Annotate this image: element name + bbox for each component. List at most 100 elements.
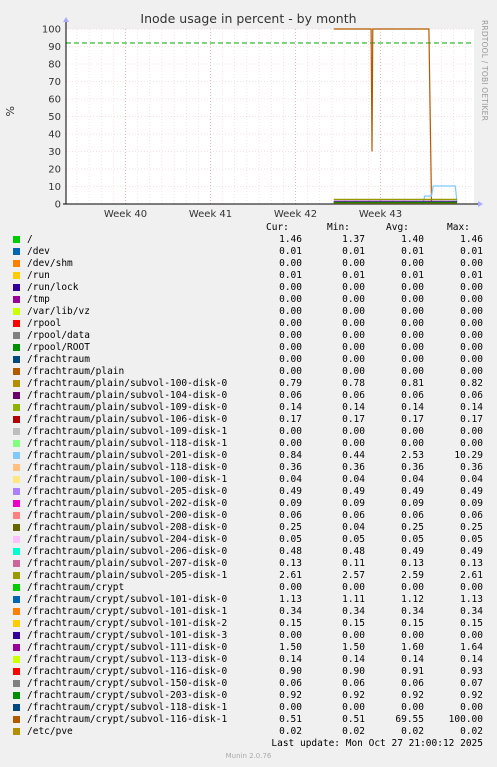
legend-value-cur: 0.09 (279, 498, 302, 509)
legend-row: /frachtraum/plain/subvol-109-disk-0 0.14 0… (0, 402, 497, 414)
legend-swatch (13, 260, 20, 267)
legend-value-avg: 0.91 (401, 666, 424, 677)
legend-value-cur: 0.00 (279, 258, 302, 269)
legend-series-name: /frachtraum/plain/subvol-202-disk-0 (27, 498, 228, 509)
legend-swatch (13, 536, 20, 543)
legend-series-name: /frachtraum/plain/subvol-118-disk-0 (27, 462, 228, 473)
legend-value-cur: 0.00 (279, 282, 302, 293)
legend-value-avg: 0.00 (401, 294, 424, 305)
legend-series-name: /frachtraum/plain/subvol-204-disk-0 (27, 534, 228, 545)
legend-row: /dev/shm 0.00 0.00 0.00 0.00 (0, 258, 497, 270)
col-header-max: Max: (447, 222, 470, 233)
legend-value-avg: 0.13 (401, 558, 424, 569)
legend-value-avg: 0.00 (401, 282, 424, 293)
legend-series-name: /frachtraum/crypt/subvol-116-disk-1 (27, 714, 228, 725)
legend-row: /frachtraum/plain/subvol-205-disk-0 0.49 0… (0, 486, 497, 498)
munin-version: Munin 2.0.76 (225, 752, 272, 760)
legend-value-cur: 0.00 (279, 582, 302, 593)
legend-value-cur: 0.00 (279, 438, 302, 449)
legend-swatch (13, 692, 20, 699)
legend-value-min: 0.01 (342, 270, 365, 281)
legend-value-max: 0.00 (460, 282, 483, 293)
legend-value-min: 0.04 (342, 474, 365, 485)
legend-value-avg: 0.01 (401, 246, 424, 257)
legend-row: /rpool/data 0.00 0.00 0.00 0.00 (0, 330, 497, 342)
legend-value-min: 0.06 (342, 390, 365, 401)
legend-swatch (13, 656, 20, 663)
legend-value-min: 0.36 (342, 462, 365, 473)
legend-swatch (13, 716, 20, 723)
legend-value-max: 0.14 (460, 654, 483, 665)
legend-value-min: 0.78 (342, 378, 365, 389)
legend-row: /frachtraum/plain/subvol-109-disk-1 0.00 0… (0, 426, 497, 438)
legend-row: /frachtraum/plain/subvol-200-disk-0 0.06 0… (0, 510, 497, 522)
legend-value-max: 0.82 (460, 378, 483, 389)
legend-series-name: /rpool (27, 318, 62, 329)
legend-value-min: 0.00 (342, 342, 365, 353)
legend-series-name: /frachtraum/crypt/subvol-101-disk-0 (27, 594, 228, 605)
legend-value-avg: 0.49 (401, 546, 424, 557)
legend-swatch (13, 644, 20, 651)
chart-grid (66, 28, 474, 205)
legend-value-max: 10.29 (454, 450, 483, 461)
legend-row: /rpool 0.00 0.00 0.00 0.00 (0, 318, 497, 330)
legend-row: /frachtraum/plain/subvol-100-disk-1 0.04 0… (0, 474, 497, 486)
legend-series-name: /frachtraum/plain/subvol-109-disk-0 (27, 402, 228, 413)
legend-value-max: 0.06 (460, 390, 483, 401)
legend-series-name: /frachtraum/plain/subvol-201-disk-0 (27, 450, 228, 461)
legend-value-max: 0.14 (460, 402, 483, 413)
legend-swatch (13, 620, 20, 627)
legend-row: /frachtraum/plain/subvol-208-disk-0 0.25 0… (0, 522, 497, 534)
legend-value-avg: 0.00 (401, 630, 424, 641)
legend-swatch (13, 704, 20, 711)
legend-value-avg: 0.00 (401, 258, 424, 269)
legend-value-avg: 0.00 (401, 342, 424, 353)
legend-value-avg: 0.06 (401, 678, 424, 689)
legend-value-max: 0.09 (460, 498, 483, 509)
legend-row: /frachtraum/plain/subvol-104-disk-0 0.06 0… (0, 390, 497, 402)
legend-swatch (13, 380, 20, 387)
legend-row: /frachtraum/plain/subvol-204-disk-0 0.05 0… (0, 534, 497, 546)
legend-value-max: 0.01 (460, 270, 483, 281)
legend-value-max: 0.00 (460, 630, 483, 641)
legend-value-min: 0.14 (342, 654, 365, 665)
legend-value-cur: 0.13 (279, 558, 302, 569)
legend-swatch (13, 464, 20, 471)
legend-row: /dev 0.01 0.01 0.01 0.01 (0, 246, 497, 258)
legend-value-max: 0.25 (460, 522, 483, 533)
legend-value-min: 0.02 (342, 726, 365, 737)
legend-value-min: 0.06 (342, 678, 365, 689)
legend-row: /frachtraum/crypt/subvol-101-disk-3 0.00 0… (0, 630, 497, 642)
legend-value-max: 0.04 (460, 474, 483, 485)
legend-swatch (13, 248, 20, 255)
last-update: Last update: Mon Oct 27 21:00:12 2025 (271, 738, 483, 749)
legend-value-min: 1.37 (342, 234, 365, 245)
legend-value-max: 0.34 (460, 606, 483, 617)
legend-value-avg: 0.06 (401, 390, 424, 401)
legend-row: /frachtraum/plain 0.00 0.00 0.00 0.00 (0, 366, 497, 378)
legend-value-avg: 0.09 (401, 498, 424, 509)
legend-value-min: 0.90 (342, 666, 365, 677)
y-tick-label: 100 (42, 25, 61, 36)
legend-series-name: /var/lib/vz (27, 306, 90, 317)
legend-swatch (13, 368, 20, 375)
legend-swatch (13, 512, 20, 519)
y-tick-label: 40 (48, 130, 61, 141)
legend-value-min: 0.00 (342, 306, 365, 317)
legend-swatch (13, 548, 20, 555)
legend-row: /frachtraum/plain/subvol-118-disk-0 0.36 0… (0, 462, 497, 474)
legend-value-cur: 0.49 (279, 486, 302, 497)
legend-value-max: 0.15 (460, 618, 483, 629)
legend-swatch (13, 668, 20, 675)
legend-swatch (13, 440, 20, 447)
legend-value-max: 2.61 (460, 570, 483, 581)
legend-row: /frachtraum/crypt/subvol-203-disk-0 0.92 0… (0, 690, 497, 702)
y-axis-arrow (63, 17, 69, 22)
legend-value-cur: 0.90 (279, 666, 302, 677)
legend-row: /frachtraum/crypt 0.00 0.00 0.00 0.00 (0, 582, 497, 594)
x-axis-arrow (478, 201, 483, 207)
legend-swatch (13, 596, 20, 603)
legend-value-min: 0.34 (342, 606, 365, 617)
legend-row: / 1.46 1.37 1.40 1.46 (0, 234, 497, 246)
legend-value-avg: 0.06 (401, 510, 424, 521)
